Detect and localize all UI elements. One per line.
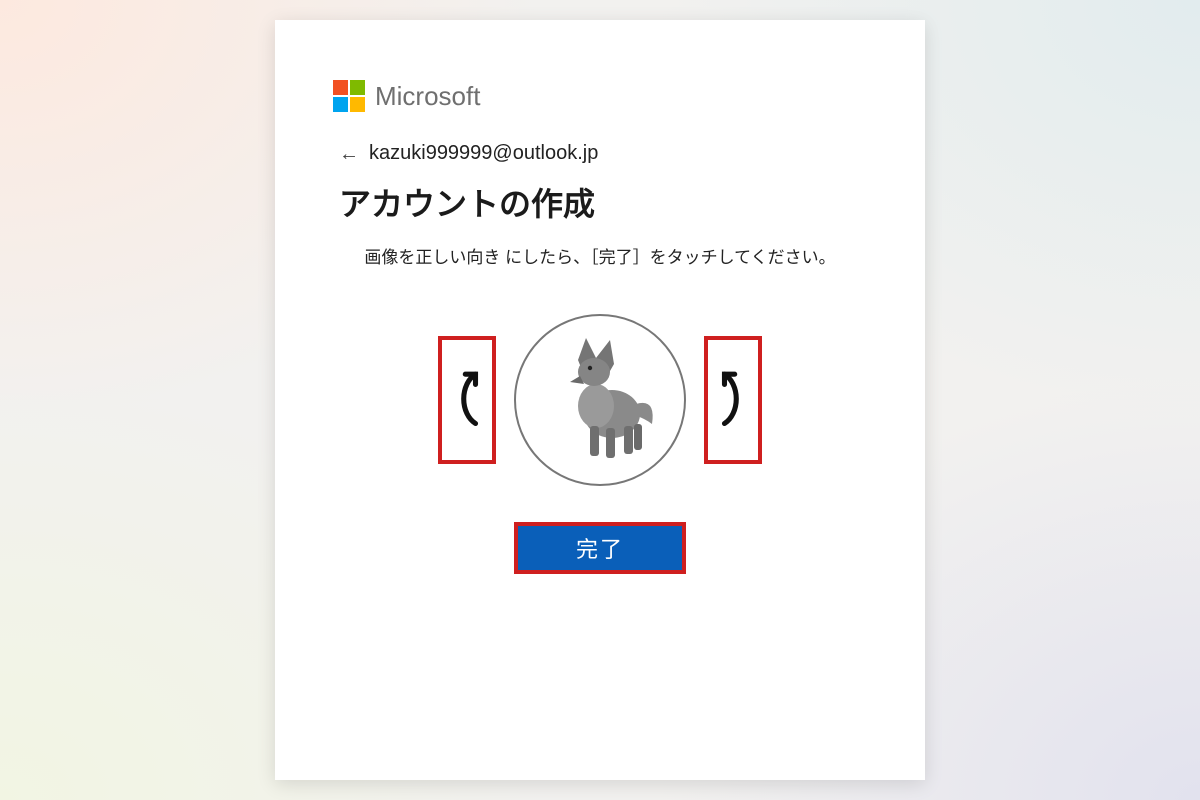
page-title: アカウントの作成 [339,179,867,225]
email-row: ← kazuki999999@outlook.jp [339,142,867,165]
brand-row: Microsoft [333,80,867,112]
rotate-clockwise-button[interactable] [438,336,496,464]
brand-name: Microsoft [375,81,480,112]
captcha-footer-icons [787,654,855,680]
audio-captcha-button[interactable] [829,654,855,680]
signup-card: Microsoft ← kazuki999999@outlook.jp アカウン… [275,20,925,780]
rotate-counterclockwise-button[interactable] [704,336,762,464]
account-email: kazuki999999@outlook.jp [369,142,598,165]
refresh-captcha-button[interactable] [787,654,813,680]
microsoft-logo-icon [333,80,365,112]
captcha-image-circle [514,314,686,486]
done-button-row: 完了 [333,522,867,574]
done-button[interactable]: 完了 [514,522,686,574]
done-button-label: 完了 [576,532,624,564]
captcha-instruction: 画像を正しい向き にしたら、［完了］をタッチしてください。 [343,243,857,268]
captcha-row [333,314,867,486]
rotate-clockwise-icon [450,363,484,438]
rotate-counterclockwise-icon [716,363,750,438]
arrow-left-icon[interactable]: ← [339,144,359,164]
captcha-fox-image [540,328,660,473]
